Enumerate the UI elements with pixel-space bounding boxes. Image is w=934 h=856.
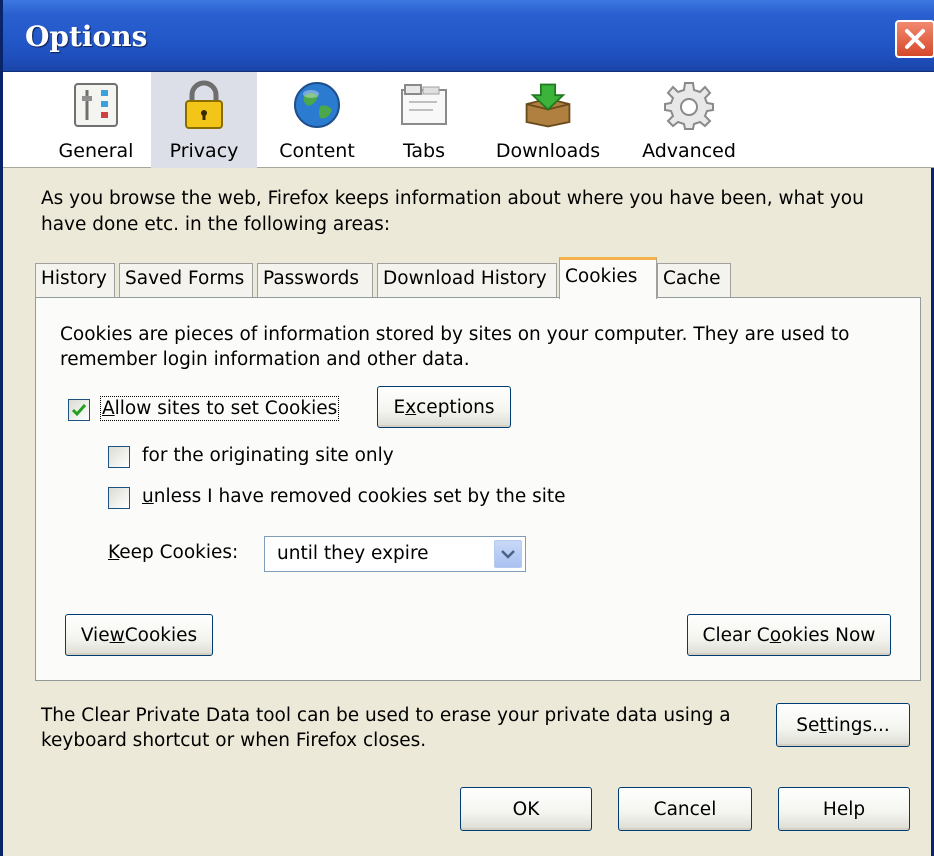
unless-removed-checkbox[interactable] (108, 487, 130, 509)
clear-private-data-text: The Clear Private Data tool can be used … (41, 705, 731, 751)
originating-site-label[interactable]: for the originating site only (142, 445, 394, 466)
pane-general-label: General (58, 140, 134, 162)
keep-cookies-select[interactable]: until they expire (264, 536, 526, 572)
close-button[interactable] (895, 20, 934, 58)
tab-cache-label: Cache (663, 268, 721, 289)
view-cookies-button[interactable]: Vie w Cookies (65, 614, 213, 656)
gear-icon (664, 80, 714, 130)
tab-saved-forms-label: Saved Forms (125, 268, 245, 289)
exceptions-button[interactable]: Ex ceptions (377, 386, 511, 428)
close-icon (905, 29, 925, 49)
cookies-description: Cookies are pieces of information stored… (60, 324, 850, 370)
ok-button[interactable]: OK (460, 787, 592, 831)
pane-downloads-label: Downloads (495, 140, 601, 162)
keep-cookies-value: until they expire (277, 543, 429, 564)
tab-saved-forms[interactable]: Saved Forms (119, 263, 253, 297)
allow-cookies-label[interactable]: Allow sites to set Cookies (99, 396, 340, 421)
tab-cookies-label: Cookies (565, 266, 638, 287)
pane-content-label: Content (279, 140, 355, 162)
allow-cookies-checkbox[interactable] (68, 399, 90, 421)
pane-advanced-label: Advanced (642, 140, 736, 162)
tab-history-label: History (41, 268, 107, 289)
globe-icon (292, 80, 342, 130)
tab-download-history-label: Download History (383, 268, 547, 289)
window-title: Options (25, 20, 148, 53)
pane-general[interactable]: General (53, 72, 139, 168)
pane-privacy[interactable]: Privacy (151, 72, 257, 168)
checkmark-icon (71, 404, 87, 417)
originating-site-checkbox[interactable] (108, 446, 130, 468)
privacy-intro-text: As you browse the web, Firefox keeps inf… (41, 188, 864, 235)
tab-cookies[interactable]: Cookies (559, 257, 657, 299)
cancel-button[interactable]: Cancel (618, 787, 752, 831)
padlock-icon (179, 80, 229, 130)
help-button[interactable]: Help (778, 787, 910, 831)
general-sliders-icon (71, 80, 121, 130)
chevron-down-icon[interactable] (494, 540, 522, 568)
pane-content[interactable]: Content (267, 72, 367, 168)
pane-tabs-label: Tabs (402, 140, 446, 162)
tab-cache[interactable]: Cache (657, 263, 731, 297)
tabs-window-icon (399, 80, 449, 130)
pane-toolbar: General Privacy Content Tabs Downloads A… (3, 72, 934, 168)
cookies-panel: Cookies are pieces of information stored… (35, 297, 921, 681)
clear-cookies-now-button[interactable]: Clear Co okies Now (687, 614, 891, 656)
tab-passwords-label: Passwords (263, 268, 360, 289)
keep-cookies-label: Keep Cookies: (108, 542, 239, 563)
pane-advanced[interactable]: Advanced (633, 72, 745, 168)
settings-button[interactable]: Se t tings... (776, 703, 910, 747)
tab-history[interactable]: History (35, 263, 115, 297)
pane-downloads[interactable]: Downloads (481, 72, 615, 168)
title-bar[interactable]: Options (3, 0, 934, 72)
unless-removed-label[interactable]: unless I have removed cookies set by the… (142, 486, 566, 507)
pane-privacy-label: Privacy (169, 140, 239, 162)
pane-tabs[interactable]: Tabs (381, 72, 467, 168)
options-window: Options General Privacy Content Tabs Dow… (0, 0, 934, 856)
tab-download-history[interactable]: Download History (377, 263, 557, 297)
tab-passwords[interactable]: Passwords (257, 263, 373, 297)
download-box-icon (523, 80, 573, 130)
